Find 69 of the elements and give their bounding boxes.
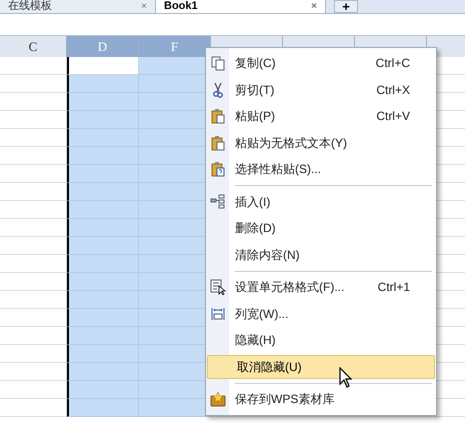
cell[interactable] (67, 93, 139, 111)
cell[interactable] (0, 291, 67, 309)
cell[interactable] (67, 201, 139, 219)
cell[interactable] (0, 75, 67, 93)
menu-item[interactable]: 插入(I) (229, 188, 436, 215)
format-cells-icon (210, 279, 226, 296)
insert-icon (210, 194, 226, 210)
cell[interactable] (0, 57, 67, 75)
menu-item[interactable]: 选择性粘贴(S)... (229, 156, 436, 182)
cell[interactable] (67, 273, 139, 291)
cell[interactable] (0, 219, 67, 237)
cell[interactable] (67, 75, 139, 93)
cell[interactable] (67, 219, 139, 237)
cell[interactable] (67, 399, 139, 417)
cell[interactable] (0, 111, 67, 129)
column-header[interactable]: C (0, 36, 67, 57)
cell[interactable] (67, 291, 139, 309)
cell[interactable] (67, 129, 139, 147)
cell[interactable] (0, 399, 67, 417)
treasure-box-icon (210, 391, 226, 408)
clipboard-icon (210, 108, 226, 124)
cell[interactable] (67, 237, 139, 255)
cell[interactable] (0, 363, 67, 381)
menu-item[interactable]: 列宽(W)... (229, 300, 436, 327)
cell[interactable] (67, 363, 139, 381)
menu-item[interactable]: 保存到WPS素材库 (229, 386, 436, 412)
cell[interactable] (67, 345, 139, 363)
cell[interactable] (0, 165, 67, 183)
new-tab-button[interactable]: + (334, 0, 358, 13)
cell[interactable] (0, 93, 67, 111)
cell[interactable] (67, 309, 139, 327)
column-width-icon (210, 306, 226, 322)
cell[interactable] (0, 147, 67, 165)
clipboard-icon (210, 161, 226, 178)
cell[interactable] (0, 309, 67, 327)
cell[interactable] (0, 345, 67, 363)
cell[interactable] (0, 255, 67, 273)
menu-item[interactable]: 粘贴(P) Ctrl+V (229, 103, 436, 130)
cell[interactable] (0, 237, 67, 255)
mouse-cursor-icon (339, 367, 353, 389)
copy-icon (210, 55, 226, 72)
menu-item[interactable]: 设置单元格格式(F)... Ctrl+1 (229, 274, 436, 300)
tab[interactable]: Book1 × (156, 0, 326, 13)
menu-item[interactable]: 粘贴为无格式文本(Y) (229, 130, 436, 156)
cell[interactable] (0, 381, 67, 399)
cell[interactable] (67, 327, 139, 345)
menu-item[interactable]: 剪切(T) Ctrl+X (229, 76, 436, 103)
menu-item[interactable]: 复制(C) Ctrl+C (229, 50, 436, 76)
cell[interactable] (67, 255, 139, 273)
cell[interactable] (139, 399, 211, 417)
cell[interactable] (0, 327, 67, 345)
cell[interactable] (67, 57, 139, 75)
cell[interactable] (0, 129, 67, 147)
cell[interactable] (0, 273, 67, 291)
tab[interactable]: 在线模板 × (0, 0, 156, 13)
close-icon[interactable]: × (311, 1, 317, 12)
close-icon[interactable]: × (141, 1, 147, 12)
cell[interactable] (0, 201, 67, 219)
cell[interactable] (67, 147, 139, 165)
cell[interactable] (67, 183, 139, 201)
menu-item[interactable]: 取消隐藏(U) (207, 354, 435, 379)
menu-item[interactable]: 隐藏(H) (229, 327, 436, 354)
cell[interactable] (0, 183, 67, 201)
clipboard-icon (210, 134, 226, 151)
menu-item[interactable]: 删除(D) (229, 215, 436, 242)
cell[interactable] (67, 111, 139, 129)
cell[interactable] (67, 165, 139, 183)
menu-item[interactable]: 清除内容(N) (229, 242, 436, 268)
cell[interactable] (67, 381, 139, 399)
